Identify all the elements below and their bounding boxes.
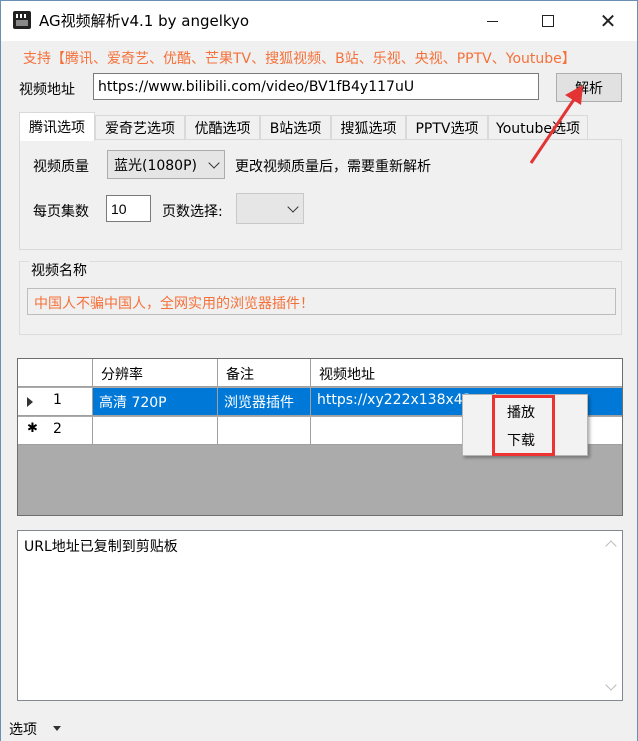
cell-note[interactable]: 浏览器插件 (218, 388, 311, 416)
maximize-button[interactable] (521, 1, 575, 41)
column-header-note[interactable]: 备注 (218, 359, 311, 387)
quality-hint: 更改视频质量后，需要重新解析 (235, 159, 431, 175)
menu-item-download[interactable]: 下载 (507, 430, 535, 450)
tab-tencent[interactable]: 腾讯选项 (19, 112, 95, 141)
per-page-input[interactable] (106, 195, 151, 222)
scroll-down-icon[interactable] (605, 679, 617, 691)
quality-label: 视频质量 (33, 159, 89, 175)
supported-sites-text: 支持【腾讯、爱奇艺、优酷、芒果TV、搜狐视频、B站、乐视、央视、PPTV、You… (23, 51, 576, 67)
quality-select[interactable]: 蓝光(1080P) (107, 150, 225, 179)
chevron-down-icon (208, 157, 220, 169)
tab-youku[interactable]: 优酷选项 (185, 115, 260, 140)
url-label: 视频地址 (19, 82, 75, 98)
app-window: AG视频解析v4.1 by angelkyo ✕ 支持【腾讯、爱奇艺、优酷、芒果… (0, 0, 638, 741)
minimize-button[interactable] (465, 1, 519, 41)
tab-iqiyi[interactable]: 爱奇艺选项 (95, 115, 185, 140)
options-dropdown-label[interactable]: 选项 (9, 719, 37, 739)
tab-bilibili[interactable]: B站选项 (260, 115, 331, 140)
close-button[interactable]: ✕ (581, 1, 635, 41)
row-number: 2 (53, 421, 62, 437)
scroll-up-icon[interactable] (605, 540, 617, 552)
dropdown-arrow-icon[interactable] (53, 726, 61, 731)
page-select[interactable] (236, 193, 304, 224)
row-header[interactable]: ✱ 2 (18, 417, 93, 445)
log-text: URL地址已复制到剪贴板 (24, 539, 178, 555)
row-number: 1 (53, 392, 62, 408)
clapperboard-icon (13, 11, 31, 29)
menu-item-play[interactable]: 播放 (507, 402, 535, 422)
log-textarea[interactable]: URL地址已复制到剪贴板 (17, 530, 623, 701)
title-bar: AG视频解析v4.1 by angelkyo ✕ (1, 1, 637, 41)
window-title: AG视频解析v4.1 by angelkyo (39, 12, 250, 30)
cell-resolution[interactable] (93, 417, 218, 445)
page-select-label: 页数选择: (162, 204, 223, 220)
quality-select-value: 蓝光(1080P) (114, 158, 197, 174)
annotation-arrow-icon (529, 85, 583, 164)
status-bar: 选项 (1, 715, 637, 741)
grid-corner-header (18, 359, 93, 387)
chevron-down-icon (287, 201, 299, 213)
tab-sohu[interactable]: 搜狐选项 (331, 115, 406, 140)
video-name-group-title: 视频名称 (29, 260, 89, 280)
column-header-resolution[interactable]: 分辨率 (93, 359, 218, 387)
row-header[interactable]: 1 (18, 388, 93, 416)
column-header-url[interactable]: 视频地址 (311, 359, 622, 387)
tab-pptv[interactable]: PPTV选项 (406, 115, 488, 140)
per-page-label: 每页集数 (33, 204, 89, 220)
grid-header-row: 分辨率 备注 视频地址 (18, 359, 622, 387)
new-row-star-icon: ✱ (27, 421, 38, 436)
cell-resolution[interactable]: 高清 720P (93, 388, 218, 416)
context-menu: 播放 下载 (462, 394, 588, 456)
url-input[interactable] (93, 73, 539, 100)
video-name-field[interactable]: 中国人不骗中国人，全网实用的浏览器插件！ (27, 288, 616, 315)
cell-note[interactable] (218, 417, 311, 445)
current-row-arrow-icon (27, 397, 33, 407)
